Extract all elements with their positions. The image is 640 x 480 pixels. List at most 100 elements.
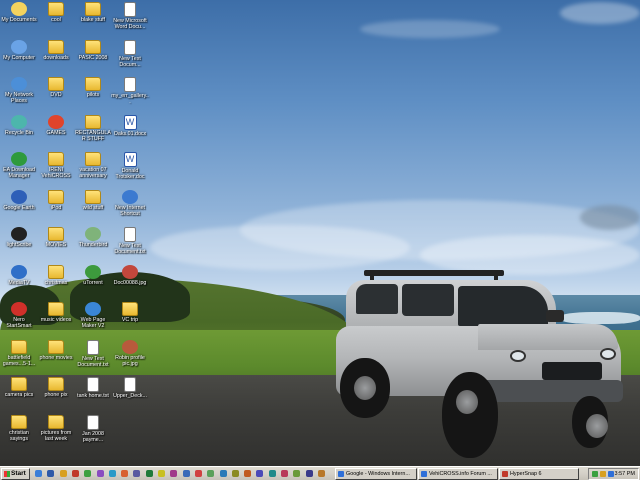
- quick-launch-icon[interactable]: [59, 470, 67, 477]
- quick-launch-icon[interactable]: [47, 470, 55, 477]
- desktop-icon-label: Thunderbird: [78, 242, 108, 248]
- desktop-icon-label: MOVIES: [45, 242, 67, 248]
- desktop-icon-label: Oaks.01.docx: [113, 130, 147, 137]
- tray-icon[interactable]: [592, 471, 598, 477]
- desktop-icon-folder[interactable]: RECTANGULAR STUFF: [74, 114, 112, 142]
- taskbar-window-button[interactable]: HyperSnap 6: [499, 468, 579, 480]
- desktop-icon-label: pilots: [86, 92, 100, 98]
- word-document-icon: W: [123, 152, 137, 167]
- quick-launch-icon[interactable]: [317, 470, 325, 477]
- desktop-icon-label: VC trip: [121, 317, 139, 323]
- desktop-icon-app[interactable]: My Network Places: [0, 77, 38, 104]
- quick-launch-icon[interactable]: [170, 470, 178, 477]
- start-button[interactable]: Start: [1, 468, 30, 480]
- desktop-icon-word[interactable]: W Oaks.01.docx: [111, 114, 149, 137]
- desktop-icon-app[interactable]: New Internet Shortcut: [111, 189, 149, 217]
- desktop-icon-app[interactable]: Nero StartSmart: [0, 302, 38, 329]
- quick-launch-icon[interactable]: [121, 470, 129, 477]
- desktop-icon-doc[interactable]: New Microsoft Word Docu...: [111, 2, 149, 30]
- desktop-icon-folder[interactable]: camera pics: [0, 377, 38, 398]
- quick-launch-icon[interactable]: [268, 470, 276, 477]
- quick-launch-icon[interactable]: [133, 470, 141, 477]
- quick-launch-icon[interactable]: [158, 470, 165, 477]
- tray-icon[interactable]: [600, 471, 606, 477]
- desktop-icon-folder[interactable]: christmas: [37, 264, 75, 286]
- desktop-icon-app[interactable]: EA Download Manager: [0, 152, 38, 179]
- quick-launch-icon[interactable]: [231, 470, 239, 477]
- quick-launch-icon[interactable]: [219, 470, 227, 477]
- taskbar-window-button[interactable]: Google - Windows Intern...: [335, 468, 417, 480]
- desktop-icon-label: vacation 07 anniversary: [79, 167, 107, 179]
- desktop-icon-app[interactable]: Robin profile pic.jpg: [111, 339, 149, 367]
- document-icon: [87, 339, 99, 355]
- quick-launch-icon[interactable]: [96, 470, 104, 477]
- quick-launch-icon[interactable]: [71, 470, 79, 477]
- folder-icon: [48, 189, 64, 204]
- wallpaper-cloud: [560, 2, 640, 24]
- desktop-icon-folder[interactable]: phone pix: [37, 377, 75, 398]
- desktop-icon-folder[interactable]: MOVIES: [37, 227, 75, 248]
- suv-mirror: [546, 310, 564, 322]
- desktop-icon-app[interactable]: lightScribe: [0, 227, 38, 248]
- desktop-icon-doc[interactable]: tank home.txt: [74, 377, 112, 399]
- desktop-icon-folder[interactable]: VC trip: [111, 302, 149, 323]
- quick-launch-icon[interactable]: [84, 470, 92, 477]
- desktop-icon-doc[interactable]: New Text Document.txt: [111, 227, 149, 255]
- desktop-icon-folder[interactable]: wild stuff: [74, 189, 112, 211]
- desktop-icon-app[interactable]: Doc00088.jpg: [111, 264, 149, 286]
- desktop-icon-app[interactable]: GAMES: [37, 114, 75, 136]
- folder-icon: [85, 39, 101, 54]
- folder-icon: [85, 114, 101, 129]
- quick-launch-icon[interactable]: [108, 470, 116, 477]
- desktop-icon-word[interactable]: W Donald Trotsker.doc: [111, 152, 149, 180]
- desktop-icon-doc[interactable]: Jan 2008 payme...: [74, 414, 112, 443]
- desktop-icon-app[interactable]: Recycle Bin: [0, 114, 38, 136]
- clock[interactable]: 3:57 PM: [615, 471, 635, 477]
- quick-launch-icon[interactable]: [145, 470, 153, 477]
- desktop-icon-folder[interactable]: IRENI VehiCROSS: [37, 152, 75, 179]
- suv-bumper: [478, 380, 623, 402]
- desktop-icon-doc[interactable]: Upper_Deck...: [111, 377, 149, 399]
- desktop-icon-app[interactable]: Google Earth: [0, 189, 38, 211]
- quick-launch-icon[interactable]: [244, 470, 252, 477]
- desktop-icon-folder[interactable]: DVD: [37, 77, 75, 98]
- desktop-icon-doc[interactable]: my_err_gallery...: [111, 77, 149, 105]
- quick-launch-icon[interactable]: [182, 470, 190, 477]
- desktop-icon-app[interactable]: uTorrent: [74, 264, 112, 286]
- desktop-icon-app[interactable]: MediaTV: [0, 264, 38, 286]
- desktop-icon-folder[interactable]: music videos: [37, 302, 75, 323]
- desktop-icon-folder[interactable]: phone movies: [37, 339, 75, 361]
- desktop-icon-folder[interactable]: christian sayings: [0, 414, 38, 442]
- desktop-icon-folder[interactable]: blake stuff: [74, 2, 112, 23]
- quick-launch-icon[interactable]: [35, 470, 42, 477]
- desktop-icon-doc[interactable]: New Text Docum...: [111, 39, 149, 68]
- quick-launch-icon[interactable]: [194, 470, 202, 477]
- desktop-icon-app[interactable]: Web Page Maker V2: [74, 302, 112, 329]
- desktop-icon-app[interactable]: My Documents: [0, 2, 38, 23]
- desktop-icon-label: pictures from last week: [40, 429, 72, 442]
- quick-launch-icon[interactable]: [293, 470, 301, 477]
- desktop-icon-folder[interactable]: downloads: [37, 39, 75, 61]
- desktop-icon-folder[interactable]: iPod: [37, 189, 75, 211]
- desktop-icon-folder[interactable]: PASIC 2008: [74, 39, 112, 61]
- taskbar-window-label: VehiCROSS.info Forum ...: [429, 471, 492, 477]
- application-icon: [11, 77, 27, 91]
- desktop-icon-folder[interactable]: cool: [37, 2, 75, 23]
- desktop-icon-folder[interactable]: pictures from last week: [37, 414, 75, 442]
- quick-launch-icon[interactable]: [281, 470, 288, 477]
- folder-icon: [48, 414, 64, 429]
- desktop-icon-label: Robin profile pic.jpg: [115, 354, 145, 367]
- quick-launch-icon[interactable]: [207, 470, 215, 477]
- desktop-icon-folder[interactable]: battlefield games...5-1...: [0, 339, 38, 367]
- desktop-icon-app[interactable]: Thunderbird: [74, 227, 112, 248]
- desktop-icon-folder[interactable]: pilots: [74, 77, 112, 98]
- tray-icon[interactable]: [608, 471, 614, 477]
- quick-launch-icon[interactable]: [305, 470, 313, 477]
- desktop-icon-doc[interactable]: New Text Document.txt: [74, 339, 112, 368]
- desktop[interactable]: My Documents My Computer My Network Places…: [0, 0, 640, 466]
- quick-launch-icon[interactable]: [256, 470, 264, 477]
- desktop-icon-app[interactable]: My Computer: [0, 39, 38, 61]
- desktop-icon-folder[interactable]: vacation 07 anniversary: [74, 152, 112, 179]
- folder-icon: [85, 152, 101, 166]
- taskbar-window-button[interactable]: VehiCROSS.info Forum ...: [418, 468, 498, 480]
